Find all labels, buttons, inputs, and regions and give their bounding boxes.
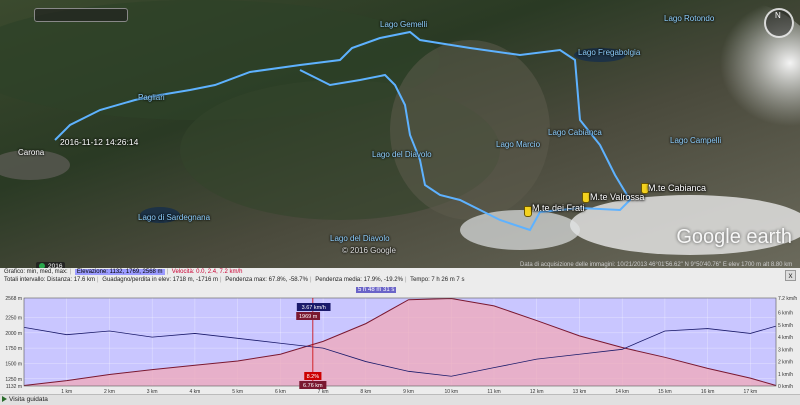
compass-icon[interactable]: N xyxy=(764,8,794,38)
stats-line-1: Grafico: min, med, max: | Elevazione: 113… xyxy=(4,269,243,275)
label-pagliari: Pagliari xyxy=(138,93,165,102)
map-view[interactable]: N Pagliari Carona 2016-11-12 14:26:14 La… xyxy=(0,0,800,268)
stats-pendenza: Pendenza max: 67.8%, -58.7% xyxy=(225,277,308,283)
marker-text: 8.2% xyxy=(307,374,320,380)
label-lago-del-diavolo: Lago del Diavolo xyxy=(372,150,432,159)
play-icon xyxy=(2,396,7,403)
label-lago-fregabolgia: Lago Fregabolgia xyxy=(578,48,641,57)
y-right-tick-label: 5 km/h xyxy=(778,323,793,329)
y-left-tick-label: 1750 m xyxy=(5,346,22,352)
guided-tour-label: Visita guidata xyxy=(9,396,48,403)
close-button[interactable]: x xyxy=(785,270,796,281)
y-left-tick-label: 1132 m xyxy=(6,384,22,390)
stats-grafico: Grafico: min, med, max: xyxy=(4,269,68,275)
label-lago-marcio: Lago Marcio xyxy=(496,140,541,149)
y-right-tick-label: 0 km/h xyxy=(778,384,793,390)
peak-frati[interactable]: M.te dei Frati xyxy=(532,203,585,213)
peak-valrossa[interactable]: M.te Valrossa xyxy=(590,192,644,202)
y-left-tick-label: 2000 m xyxy=(5,331,22,337)
cursor-marker-label: 6.76 km xyxy=(299,381,327,389)
stats-tempo: Tempo: 7 h 26 m 7 s xyxy=(410,277,465,283)
y-right-tick-label: 3 km/h xyxy=(778,347,793,353)
y-right-tick-label: 2 km/h xyxy=(778,360,793,366)
label-lago-gemelli: Lago Gemelli xyxy=(380,20,428,29)
stats-line-2: Totali intervallo: Distanza: 17.6 km | Gu… xyxy=(4,277,465,283)
compass-north-label: N xyxy=(775,11,781,20)
y-right-tick-label: 6 km/h xyxy=(778,311,793,317)
y-right-tick-label: 1 km/h xyxy=(778,372,793,378)
y-right-tick-label: 7.2 km/h xyxy=(778,296,797,302)
stats-guadagno: Guadagno/perdita in elev: 1718 m, -1716 … xyxy=(102,277,219,283)
timestamp-label: 2016-11-12 14:26:14 xyxy=(60,137,139,147)
stats-elevazione[interactable]: Elevazione: 1132, 1769, 2568 m xyxy=(74,269,165,275)
google-earth-logo: Google earth xyxy=(676,226,792,248)
label-lago-cabianca: Lago Cabianca xyxy=(548,128,602,137)
cursor-marker-label: 1969 m xyxy=(296,312,321,320)
label-lago-campelli: Lago Campelli xyxy=(670,136,722,145)
peak-pin-icon[interactable] xyxy=(582,192,590,203)
y-left-tick-label: 1500 m xyxy=(5,361,22,367)
peak-cabianca[interactable]: M.te Cabianca xyxy=(648,183,706,193)
search-input[interactable] xyxy=(34,8,128,22)
cursor-marker-label: 3.67 km/h xyxy=(296,303,331,311)
elevation-profile-panel: Grafico: min, med, max: | Elevazione: 113… xyxy=(0,268,800,404)
stats-velocita[interactable]: Velocità: 0.0, 2.4, 7.2 km/h xyxy=(172,269,243,275)
marker-text: 1969 m xyxy=(299,314,318,320)
peak-pin-icon[interactable] xyxy=(524,206,532,217)
y-left-tick-label: 2568 m xyxy=(5,296,22,302)
label-lago-sardegnana: Lago di Sardegnana xyxy=(138,213,211,222)
copyright-label: © 2016 Google xyxy=(342,246,396,255)
footer-bar: Visita guidata xyxy=(0,394,800,405)
marker-text: 3.67 km/h xyxy=(302,305,326,311)
label-carona: Carona xyxy=(18,148,45,157)
selection-duration-badge: 5 h 48 m 31 s xyxy=(356,287,397,293)
stats-pendenza-media: Pendenza media: 17.9%, -19.2% xyxy=(315,277,403,283)
cursor-marker-label: 8.2% xyxy=(304,372,322,380)
marker-text: 6.76 km xyxy=(303,383,323,389)
y-right-tick-label: 4 km/h xyxy=(778,335,793,341)
elevation-chart[interactable]: 1132 m1250 m 1500 m 1750 m 2000 m 2250 m 2568… xyxy=(0,296,800,396)
label-lago-rotondo: Lago Rotondo xyxy=(664,14,715,23)
stats-totali: Totali intervallo: Distanza: 17.6 km xyxy=(4,277,96,283)
y-left-tick-label: 2250 m xyxy=(5,315,22,321)
y-left-tick-label: 1250 m xyxy=(5,377,22,383)
label-lago-diavolo-nord: Lago del Diavolo xyxy=(330,234,390,243)
